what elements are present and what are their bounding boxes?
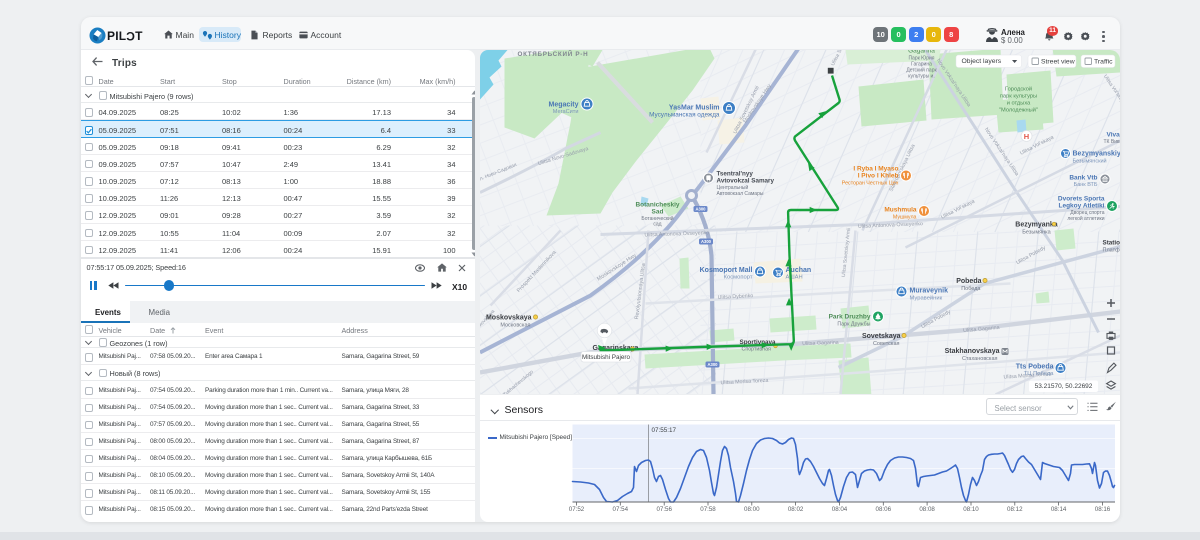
svg-text:Победа: Победа bbox=[961, 286, 981, 292]
svg-text:Station: Station bbox=[1102, 239, 1120, 246]
svg-text:07:56: 07:56 bbox=[656, 506, 672, 513]
svg-text:H: H bbox=[1023, 131, 1028, 140]
svg-text:07:55:17: 07:55:17 bbox=[651, 427, 676, 434]
svg-text:Bezymyanka: Bezymyanka bbox=[1015, 221, 1058, 228]
svg-text:парк культуры: парк культуры bbox=[999, 93, 1036, 99]
svg-text:Stakhanovskaya: Stakhanovskaya bbox=[944, 348, 999, 355]
svg-text:08:12: 08:12 bbox=[1007, 506, 1023, 513]
svg-text:Космопорт: Космопорт bbox=[723, 274, 752, 280]
svg-text:Kosmoport Mall: Kosmoport Mall bbox=[699, 267, 752, 274]
svg-text:Traffic: Traffic bbox=[1094, 58, 1113, 65]
svg-text:сад: сад bbox=[653, 221, 661, 227]
svg-text:Платфор: Платфор bbox=[1102, 247, 1120, 253]
svg-text:Мусульманская одежда: Мусульманская одежда bbox=[649, 111, 720, 118]
svg-text:Avtovokzal Samary: Avtovokzal Samary bbox=[716, 177, 774, 184]
svg-text:культуры и.: культуры и. bbox=[908, 73, 935, 79]
svg-text:08:16: 08:16 bbox=[1094, 506, 1110, 513]
svg-text:I Ryba I Myaso: I Ryba I Myaso bbox=[853, 165, 898, 172]
svg-text:Megacity: Megacity bbox=[548, 101, 578, 108]
svg-text:Стахановская: Стахановская bbox=[961, 356, 997, 362]
svg-text:ОКТЯБРЬСКИЙ Р-Н: ОКТЯБРЬСКИЙ Р-Н bbox=[517, 50, 588, 58]
svg-text:Ulitsa Gagarina: Ulitsa Gagarina bbox=[802, 339, 839, 346]
svg-text:Mitsubishi Pajero: Mitsubishi Pajero bbox=[582, 353, 630, 360]
svg-text:Bezymyanskiy: Bezymyanskiy bbox=[1072, 150, 1120, 157]
svg-text:и отдыха: и отдыха bbox=[1006, 100, 1030, 106]
svg-text:08:04: 08:04 bbox=[831, 506, 847, 513]
svg-text:Pobeda: Pobeda bbox=[956, 278, 981, 285]
svg-text:ТЦ Победа: ТЦ Победа bbox=[1023, 371, 1054, 377]
svg-text:07:58: 07:58 bbox=[700, 506, 716, 513]
svg-text:08:08: 08:08 bbox=[919, 506, 935, 513]
svg-text:АШАН: АШАН bbox=[785, 274, 802, 280]
svg-text:Bank Vtb: Bank Vtb bbox=[1069, 174, 1097, 181]
svg-text:Viva: Viva bbox=[1106, 131, 1120, 138]
svg-text:Городской: Городской bbox=[1004, 85, 1031, 92]
svg-text:Street view: Street view bbox=[1041, 58, 1075, 65]
svg-text:легкой атлетики: легкой атлетики bbox=[1067, 215, 1104, 222]
svg-text:Советская: Советская bbox=[872, 341, 899, 347]
svg-text:Муравейник: Муравейник bbox=[909, 294, 942, 301]
svg-text:"Молодежный": "Молодежный" bbox=[999, 106, 1038, 113]
svg-text:A300: A300 bbox=[707, 362, 718, 367]
svg-text:Botanicheskiy: Botanicheskiy bbox=[635, 201, 679, 208]
svg-text:Автовокзал Самары: Автовокзал Самары bbox=[716, 191, 763, 197]
svg-text:53.21570, 50.22692: 53.21570, 50.22692 bbox=[1034, 383, 1092, 390]
svg-text:Детский парк: Детский парк bbox=[906, 66, 937, 73]
svg-text:08:02: 08:02 bbox=[787, 506, 803, 513]
svg-text:Sovetskaya: Sovetskaya bbox=[861, 333, 900, 340]
svg-text:Mushmula: Mushmula bbox=[884, 206, 917, 213]
svg-text:A300: A300 bbox=[700, 239, 711, 244]
svg-text:Tts Pobeda: Tts Pobeda bbox=[1015, 363, 1053, 370]
svg-text:07:54: 07:54 bbox=[612, 506, 628, 513]
svg-text:08:00: 08:00 bbox=[744, 506, 760, 513]
svg-text:Dvorets Sporta: Dvorets Sporta bbox=[1057, 195, 1104, 202]
svg-text:Банк ВТБ: Банк ВТБ bbox=[1073, 182, 1097, 188]
svg-text:Безымянский: Безымянский bbox=[1072, 157, 1106, 164]
svg-text:08:10: 08:10 bbox=[963, 506, 979, 513]
svg-text:Sad: Sad bbox=[651, 208, 663, 215]
svg-text:Центральный: Центральный bbox=[716, 184, 748, 191]
svg-text:Спортивная: Спортивная bbox=[741, 346, 771, 352]
svg-text:08:14: 08:14 bbox=[1050, 506, 1066, 513]
svg-text:I Pivo I Khleb: I Pivo I Khleb bbox=[857, 172, 898, 179]
svg-text:Tsentral'nyy: Tsentral'nyy bbox=[716, 170, 753, 177]
svg-text:Парк Дружбы: Парк Дружбы bbox=[837, 321, 870, 327]
svg-text:Мушмула: Мушмула bbox=[892, 214, 916, 220]
svg-text:ТК Вив: ТК Вив bbox=[1103, 139, 1119, 145]
svg-text:Gagarina: Gagarina bbox=[908, 50, 935, 55]
svg-text:Legkoy Atletiki: Legkoy Atletiki bbox=[1058, 202, 1104, 209]
svg-text:A300: A300 bbox=[695, 206, 706, 211]
svg-text:Park Druzhby: Park Druzhby bbox=[828, 313, 870, 320]
svg-text:08:06: 08:06 bbox=[875, 506, 891, 513]
svg-text:Moskovskaya: Moskovskaya bbox=[485, 314, 531, 321]
svg-text:Ресторан Честных Цен: Ресторан Честных Цен bbox=[841, 180, 898, 186]
svg-text:Московская: Московская bbox=[500, 322, 530, 328]
svg-text:Object layers: Object layers bbox=[961, 58, 1001, 65]
svg-text:МегаСити: МегаСити bbox=[552, 109, 578, 115]
svg-text:Muraveynik: Muraveynik bbox=[909, 287, 948, 294]
svg-text:Безымянка: Безымянка bbox=[1022, 229, 1051, 235]
svg-text:07:52: 07:52 bbox=[568, 506, 584, 513]
